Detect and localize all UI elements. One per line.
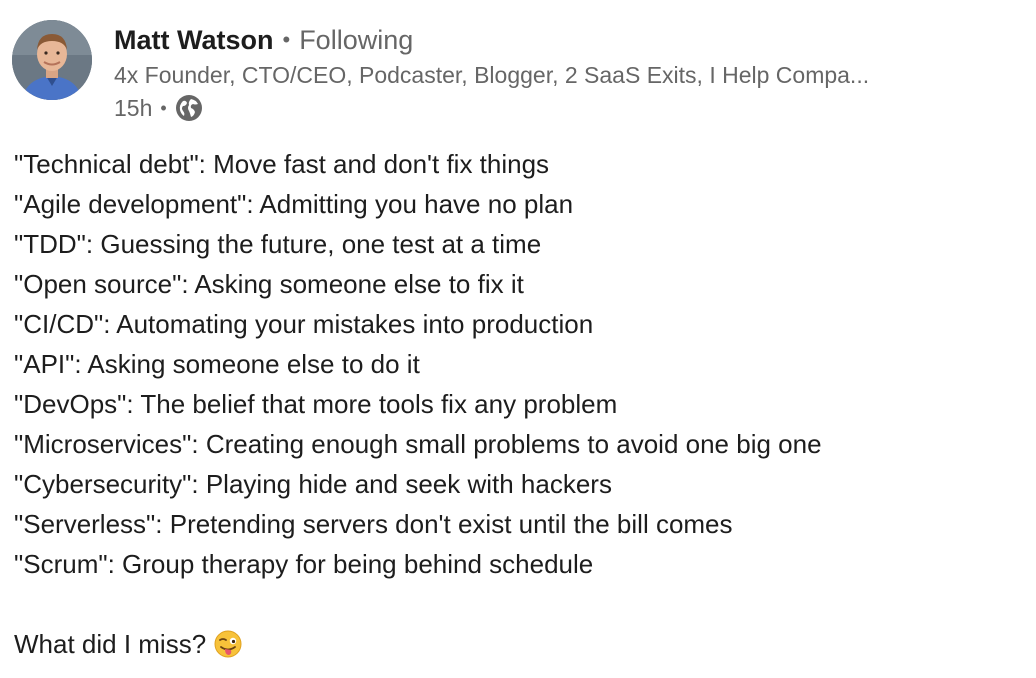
globe-icon — [175, 95, 202, 121]
post-line: "Scrum": Group therapy for being behind … — [14, 549, 594, 579]
author-meta: Matt Watson • Following 4x Founder, CTO/… — [114, 20, 1014, 125]
paragraph-break — [14, 584, 1024, 624]
post-line: "Serverless": Pretending servers don't e… — [14, 509, 733, 539]
name-row: Matt Watson • Following — [114, 20, 1014, 60]
post-time[interactable]: 15h — [114, 95, 152, 122]
linkedin-post: Matt Watson • Following 4x Founder, CTO/… — [0, 0, 1036, 678]
post-line: "Open source": Asking someone else to fi… — [14, 269, 524, 299]
post-body: "Technical debt": Move fast and don't fi… — [14, 144, 1024, 664]
post-line: "CI/CD": Automating your mistakes into p… — [14, 309, 594, 339]
post-line: "TDD": Guessing the future, one test at … — [14, 229, 542, 259]
post-closing-line: What did I miss? — [14, 624, 1024, 664]
post-line: "DevOps": The belief that more tools fix… — [14, 389, 618, 419]
author-name[interactable]: Matt Watson — [114, 25, 273, 56]
post-timestamp-row: 15h • — [114, 91, 1014, 125]
follow-status[interactable]: Following — [299, 25, 413, 56]
time-separator: • — [160, 97, 167, 118]
post-line: "Microservices": Creating enough small p… — [14, 429, 822, 459]
name-separator: • — [282, 27, 291, 52]
winking-face-with-tongue-emoji-icon — [214, 630, 242, 658]
closing-text: What did I miss? — [14, 629, 207, 659]
post-line: "Technical debt": Move fast and don't fi… — [14, 149, 550, 179]
author-headline[interactable]: 4x Founder, CTO/CEO, Podcaster, Blogger,… — [114, 59, 1014, 91]
post-line: "Agile development": Admitting you have … — [14, 189, 574, 219]
post-header: Matt Watson • Following 4x Founder, CTO/… — [12, 20, 1022, 130]
author-avatar[interactable] — [12, 20, 92, 100]
avatar-photo-icon — [12, 20, 92, 100]
post-line: "Cybersecurity": Playing hide and seek w… — [14, 469, 612, 499]
post-line: "API": Asking someone else to do it — [14, 349, 420, 379]
